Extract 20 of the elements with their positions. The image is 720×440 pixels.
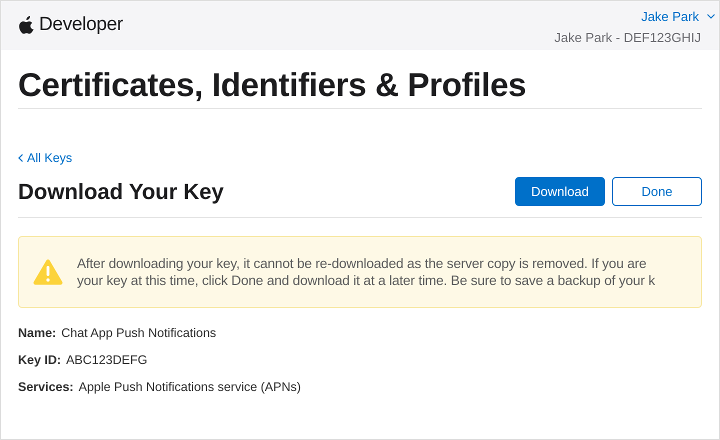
done-button[interactable]: Done	[612, 177, 702, 206]
account-menu-link[interactable]: Jake Park	[641, 9, 699, 24]
warning-text: your key at this time, click Done and download it at a later time. Be sure to save a backup of your k	[77, 273, 655, 288]
warning-text: After downloading your key, it cannot be re-downloaded as the server copy is removed. If you are	[77, 256, 648, 271]
detail-value: Apple Push Notifications service (APNs)	[78, 380, 301, 394]
download-button[interactable]: Download	[515, 177, 605, 206]
page-title: Certificates, Identifiers & Profiles	[18, 66, 702, 109]
detail-label: Key ID:	[18, 353, 62, 367]
apple-logo-icon	[19, 16, 34, 34]
chevron-left-icon[interactable]	[18, 154, 23, 162]
warning-icon	[33, 259, 63, 285]
team-label: Jake Park - DEF123GHIJ	[554, 30, 701, 45]
back-link[interactable]: All Keys	[18, 151, 72, 165]
detail-value: Chat App Push Notifications	[61, 326, 216, 340]
chevron-down-icon[interactable]	[707, 14, 715, 19]
detail-label: Name:	[18, 326, 56, 340]
detail-label: Services:	[18, 380, 74, 394]
detail-value: ABC123DEFG	[66, 353, 148, 367]
section-title: Download Your Key	[18, 178, 224, 204]
brand-name: Developer	[39, 14, 123, 36]
